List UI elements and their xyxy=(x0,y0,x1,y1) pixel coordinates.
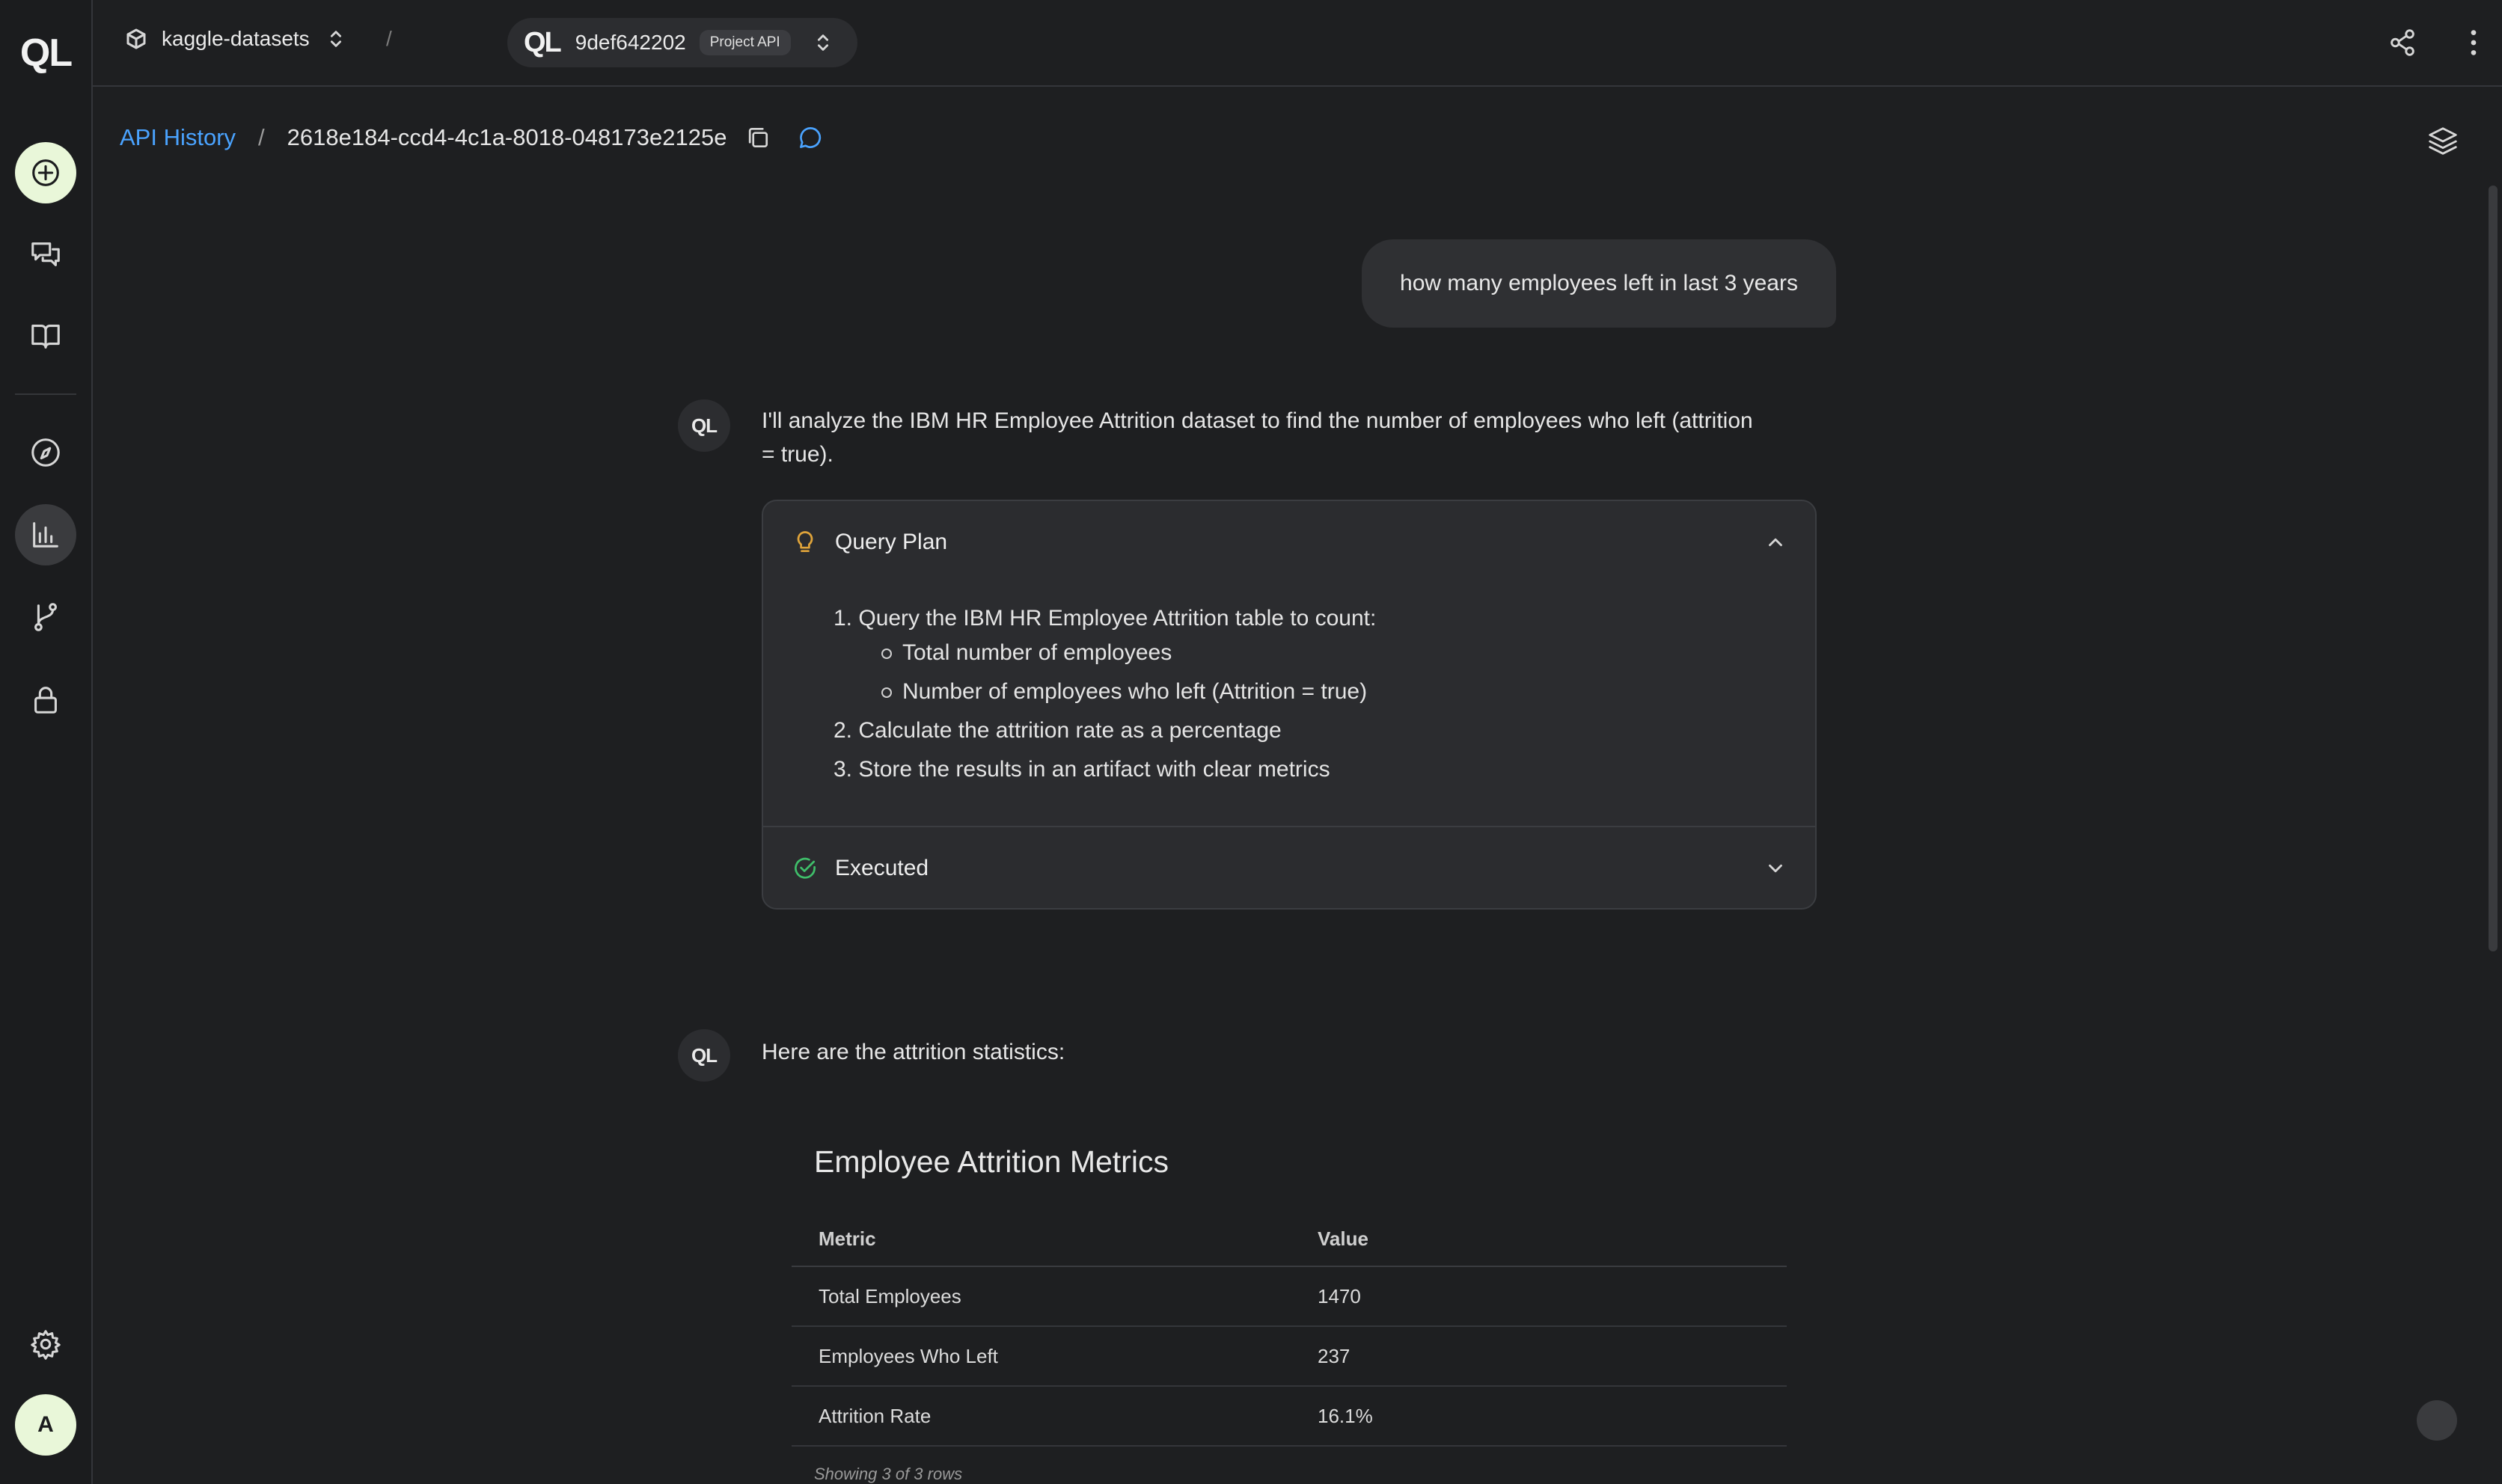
copy-icon[interactable] xyxy=(744,124,771,151)
chat-bubbles-icon xyxy=(31,242,60,266)
project-selector[interactable]: QL 9def642202 Project API xyxy=(507,18,857,67)
layers-button[interactable] xyxy=(2426,124,2460,162)
breadcrumb-separator: / xyxy=(258,124,265,150)
more-menu-button[interactable] xyxy=(2468,25,2480,64)
left-rail: QL A xyxy=(0,0,93,1484)
executed-section-header[interactable]: Executed xyxy=(763,826,1815,908)
query-plan-card: Query Plan 1. Query the IBM HR Employee … xyxy=(762,500,1817,910)
query-plan-header[interactable]: Query Plan xyxy=(763,501,1815,583)
scrollbar[interactable] xyxy=(2489,186,2498,951)
explore-nav[interactable] xyxy=(15,422,76,483)
plan-step: 2. Calculate the attrition rate as a per… xyxy=(834,718,1282,743)
artifact-title: Employee Attrition Metrics xyxy=(814,1144,1169,1179)
value-cell: 1470 xyxy=(1291,1266,1787,1327)
settings-nav[interactable] xyxy=(15,1313,76,1375)
app-logo[interactable]: QL xyxy=(15,22,76,84)
table-row: Employees Who Left 237 xyxy=(792,1326,1787,1387)
check-circle-icon xyxy=(795,857,816,879)
workspace-name: kaggle-datasets xyxy=(162,27,310,50)
chevron-updown-icon xyxy=(817,34,828,51)
project-logo: QL xyxy=(524,26,562,58)
security-nav[interactable] xyxy=(15,669,76,730)
value-cell: 237 xyxy=(1291,1326,1787,1387)
book-open-icon xyxy=(31,325,60,349)
bullet-icon xyxy=(881,687,892,698)
chevron-down-icon[interactable] xyxy=(1764,857,1787,880)
comment-icon[interactable] xyxy=(797,124,824,151)
compass-icon xyxy=(31,438,60,467)
assistant-logo: QL xyxy=(691,414,718,437)
project-type-badge: Project API xyxy=(699,30,791,55)
assistant-logo: QL xyxy=(691,1043,718,1067)
assistant-intro-line: I'll analyze the IBM HR Employee Attriti… xyxy=(762,408,1753,433)
value-cell: 16.1% xyxy=(1291,1386,1787,1447)
user-initial: A xyxy=(37,1412,54,1437)
metric-cell: Attrition Rate xyxy=(792,1386,1291,1447)
plus-circle-icon xyxy=(32,159,59,186)
rail-divider xyxy=(15,393,76,395)
plan-substep: Total number of employees xyxy=(881,640,1172,666)
user-avatar[interactable]: A xyxy=(15,1394,76,1456)
user-message-text: how many employees left in last 3 years xyxy=(1400,271,1798,295)
topbar-separator: / xyxy=(386,27,392,50)
chats-nav[interactable] xyxy=(15,224,76,286)
project-id: 9def642202 xyxy=(575,31,686,54)
executed-label: Executed xyxy=(835,856,929,880)
top-bar: kaggle-datasets / QL 9def642202 Project … xyxy=(93,0,2502,87)
layers-icon xyxy=(2429,127,2457,155)
analytics-nav[interactable] xyxy=(15,504,76,565)
plan-step: 3. Store the results in an artifact with… xyxy=(834,757,1330,782)
table-row: Total Employees 1470 xyxy=(792,1266,1787,1327)
docs-nav[interactable] xyxy=(15,305,76,367)
column-header: Metric xyxy=(792,1212,1291,1267)
branches-nav[interactable] xyxy=(15,586,76,648)
plan-step: 1. Query the IBM HR Employee Attrition t… xyxy=(834,606,1377,631)
metric-cell: Total Employees xyxy=(792,1266,1291,1327)
metrics-table: Metric Value Total Employees 1470 Employ… xyxy=(792,1212,1787,1447)
git-branch-icon xyxy=(34,603,57,631)
breadcrumb-api-history-link[interactable]: API History xyxy=(120,124,236,151)
plan-substep: Number of employees who left (Attrition … xyxy=(881,679,1368,705)
table-row: Attrition Rate 16.1% xyxy=(792,1386,1787,1447)
user-message-bubble: how many employees left in last 3 years xyxy=(1362,239,1836,328)
assistant-intro-message: I'll analyze the IBM HR Employee Attriti… xyxy=(762,404,1824,471)
assistant-result-intro: Here are the attrition statistics: xyxy=(762,1040,1065,1064)
new-chat-button[interactable] xyxy=(15,142,76,203)
plan-substep-text: Total number of employees xyxy=(902,640,1172,665)
lightbulb-icon xyxy=(797,531,813,553)
more-vertical-icon xyxy=(2471,30,2477,55)
floating-action-button[interactable] xyxy=(2417,1400,2457,1441)
plan-substep-text: Number of employees who left (Attrition … xyxy=(902,679,1368,704)
table-header-row: Metric Value xyxy=(792,1212,1787,1267)
column-header: Value xyxy=(1291,1212,1787,1267)
lock-icon xyxy=(34,687,57,714)
bullet-icon xyxy=(881,649,892,659)
table-row-count: Showing 3 of 3 rows xyxy=(814,1465,963,1483)
logo-text: QL xyxy=(19,31,73,75)
query-plan-title: Query Plan xyxy=(835,530,948,554)
assistant-avatar: QL xyxy=(678,1029,730,1082)
chevron-up-icon[interactable] xyxy=(1764,531,1787,554)
workspace-selector[interactable]: kaggle-datasets xyxy=(124,27,347,51)
chevron-updown-icon xyxy=(330,31,341,47)
session-id: 2618e184-ccd4-4c1a-8018-048173e2125e xyxy=(287,124,727,150)
breadcrumb: API History / 2618e184-ccd4-4c1a-8018-04… xyxy=(120,124,824,151)
gear-icon xyxy=(31,1330,61,1360)
assistant-intro-line: = true). xyxy=(762,442,834,467)
assistant-avatar: QL xyxy=(678,399,730,452)
share-button[interactable] xyxy=(2385,25,2420,64)
bar-chart-icon xyxy=(33,522,58,548)
metric-cell: Employees Who Left xyxy=(792,1326,1291,1387)
cube-icon xyxy=(126,28,146,49)
share-icon xyxy=(2391,29,2414,56)
